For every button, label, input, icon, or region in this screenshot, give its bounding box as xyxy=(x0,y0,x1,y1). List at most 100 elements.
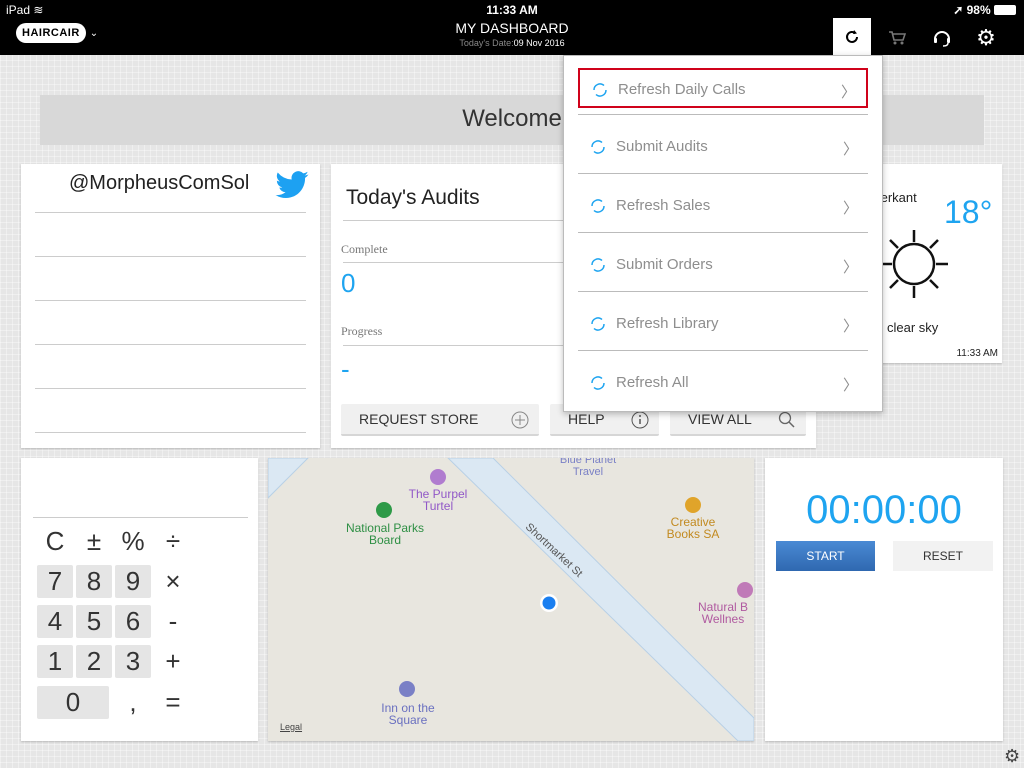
app-header: HAIRCAIR ⌄ MY DASHBOARD Today's Date:09 … xyxy=(0,18,1024,55)
cart-button[interactable] xyxy=(878,20,916,55)
calc-key-plus[interactable]: + xyxy=(155,645,191,678)
stopwatch-display: 00:00:00 xyxy=(806,488,962,532)
calc-key-plus-minus[interactable]: ± xyxy=(76,525,112,558)
menu-item-submit-audits[interactable]: Submit Audits 〉 xyxy=(578,127,868,167)
cart-icon xyxy=(889,30,906,44)
calc-key-equals[interactable]: = xyxy=(155,686,191,719)
menu-item-refresh-sales[interactable]: Refresh Sales 〉 xyxy=(578,186,868,226)
reset-button[interactable]: RESET xyxy=(893,541,993,571)
menu-item-label: Submit Orders xyxy=(616,256,713,273)
twitter-icon xyxy=(275,171,309,199)
request-store-button[interactable]: REQUEST STORE xyxy=(341,404,539,436)
twitter-widget: @MorpheusComSol xyxy=(21,164,320,448)
weather-desc: clear sky xyxy=(887,320,939,335)
menu-item-refresh-daily-calls[interactable]: Refresh Daily Calls 〉 xyxy=(578,68,868,108)
calc-key-clear[interactable]: C xyxy=(37,525,73,558)
calc-key-multiply[interactable]: × xyxy=(155,565,191,598)
gear-icon[interactable]: ⚙ xyxy=(1004,746,1020,767)
calc-key-divide[interactable]: ÷ xyxy=(155,525,191,558)
divider xyxy=(35,300,306,301)
menu-item-refresh-all[interactable]: Refresh All 〉 xyxy=(578,363,868,403)
calc-key-2[interactable]: 2 xyxy=(76,645,112,678)
gear-icon: ⚙ xyxy=(976,24,996,50)
start-button[interactable]: START xyxy=(776,541,875,571)
menu-item-label: Refresh Library xyxy=(616,315,719,332)
status-right: ➚ 98% xyxy=(953,3,1016,17)
poi-spa-icon[interactable] xyxy=(737,582,753,598)
map-legal-link[interactable]: Legal xyxy=(280,722,302,732)
menu-item-label: Refresh Daily Calls xyxy=(618,81,746,98)
status-bar: iPad ≋ 11:33 AM ➚ 98% xyxy=(0,0,1024,20)
divider xyxy=(35,256,306,257)
poi-label[interactable]: Inn on the Square xyxy=(368,702,448,726)
battery-icon xyxy=(994,5,1016,15)
poi-books-icon[interactable] xyxy=(685,497,701,513)
sync-icon xyxy=(591,199,605,213)
calc-key-6[interactable]: 6 xyxy=(115,605,151,638)
divider xyxy=(578,173,868,174)
calc-key-comma[interactable]: , xyxy=(115,686,151,719)
poi-hotel-icon[interactable] xyxy=(399,681,415,697)
plus-circle-icon xyxy=(511,411,529,429)
sun-icon xyxy=(880,230,948,298)
menu-item-label: Submit Audits xyxy=(616,138,708,155)
map-widget[interactable]: Shortmarket St Blue Planet Travel The Pu… xyxy=(268,458,754,741)
sync-icon xyxy=(591,376,605,390)
poi-label[interactable]: The Purpel Turtel xyxy=(398,488,478,512)
help-label: HELP xyxy=(568,411,605,427)
chevron-right-icon: 〉 xyxy=(842,377,858,394)
chevron-right-icon: 〉 xyxy=(842,200,858,217)
menu-item-refresh-library[interactable]: Refresh Library 〉 xyxy=(578,304,868,344)
poi-label[interactable]: Blue Planet Travel xyxy=(548,458,628,478)
divider xyxy=(35,432,306,433)
complete-label: Complete xyxy=(341,242,388,256)
menu-item-submit-orders[interactable]: Submit Orders 〉 xyxy=(578,245,868,285)
settings-button[interactable]: ⚙ xyxy=(967,20,1005,55)
calc-key-minus[interactable]: - xyxy=(155,605,191,638)
stopwatch-widget: 00:00:00 START RESET xyxy=(765,458,1003,741)
info-icon xyxy=(631,411,649,429)
chevron-right-icon: 〉 xyxy=(842,259,858,276)
sync-icon xyxy=(591,258,605,272)
calc-key-9[interactable]: 9 xyxy=(115,565,151,598)
divider xyxy=(35,212,306,213)
support-button[interactable] xyxy=(923,20,961,55)
calc-key-1[interactable]: 1 xyxy=(37,645,73,678)
calc-key-7[interactable]: 7 xyxy=(37,565,73,598)
calc-key-0[interactable]: 0 xyxy=(37,686,109,719)
twitter-handle: @MorpheusComSol xyxy=(69,172,250,194)
sync-icon xyxy=(593,83,607,97)
divider xyxy=(35,388,306,389)
sync-icon xyxy=(591,317,605,331)
chevron-right-icon: 〉 xyxy=(840,84,856,101)
poi-label[interactable]: National Parks Board xyxy=(342,522,428,546)
status-time: 11:33 AM xyxy=(486,3,538,17)
calc-key-8[interactable]: 8 xyxy=(76,565,112,598)
poi-label[interactable]: Creative Books SA xyxy=(658,516,728,540)
request-store-label: REQUEST STORE xyxy=(359,411,479,427)
divider xyxy=(578,114,868,115)
weather-time: 11:33 AM xyxy=(956,348,998,359)
divider xyxy=(578,350,868,351)
location-icon: ➚ xyxy=(953,3,964,17)
calc-key-percent[interactable]: % xyxy=(115,525,151,558)
search-icon xyxy=(778,411,795,428)
refresh-button[interactable] xyxy=(833,18,871,55)
headset-icon xyxy=(934,30,950,47)
calculator-widget: C ± % ÷ 7 8 9 × 4 5 6 - 1 2 3 + 0 , = xyxy=(21,458,258,741)
chevron-right-icon: 〉 xyxy=(842,141,858,158)
poi-park-icon[interactable] xyxy=(376,502,392,518)
chevron-right-icon: 〉 xyxy=(842,318,858,335)
poi-label[interactable]: Natural B Wellnes xyxy=(688,601,754,625)
menu-item-label: Refresh All xyxy=(616,374,689,391)
divider xyxy=(578,232,868,233)
progress-label: Progress xyxy=(341,324,383,338)
divider xyxy=(578,291,868,292)
calc-key-4[interactable]: 4 xyxy=(37,605,73,638)
calc-key-3[interactable]: 3 xyxy=(115,645,151,678)
refresh-dropdown-menu: Refresh Daily Calls 〉 Submit Audits 〉 Re… xyxy=(563,55,883,412)
poi-bar-icon[interactable] xyxy=(430,469,446,485)
calc-key-5[interactable]: 5 xyxy=(76,605,112,638)
progress-value: - xyxy=(341,354,350,384)
map-canvas[interactable] xyxy=(268,458,754,741)
